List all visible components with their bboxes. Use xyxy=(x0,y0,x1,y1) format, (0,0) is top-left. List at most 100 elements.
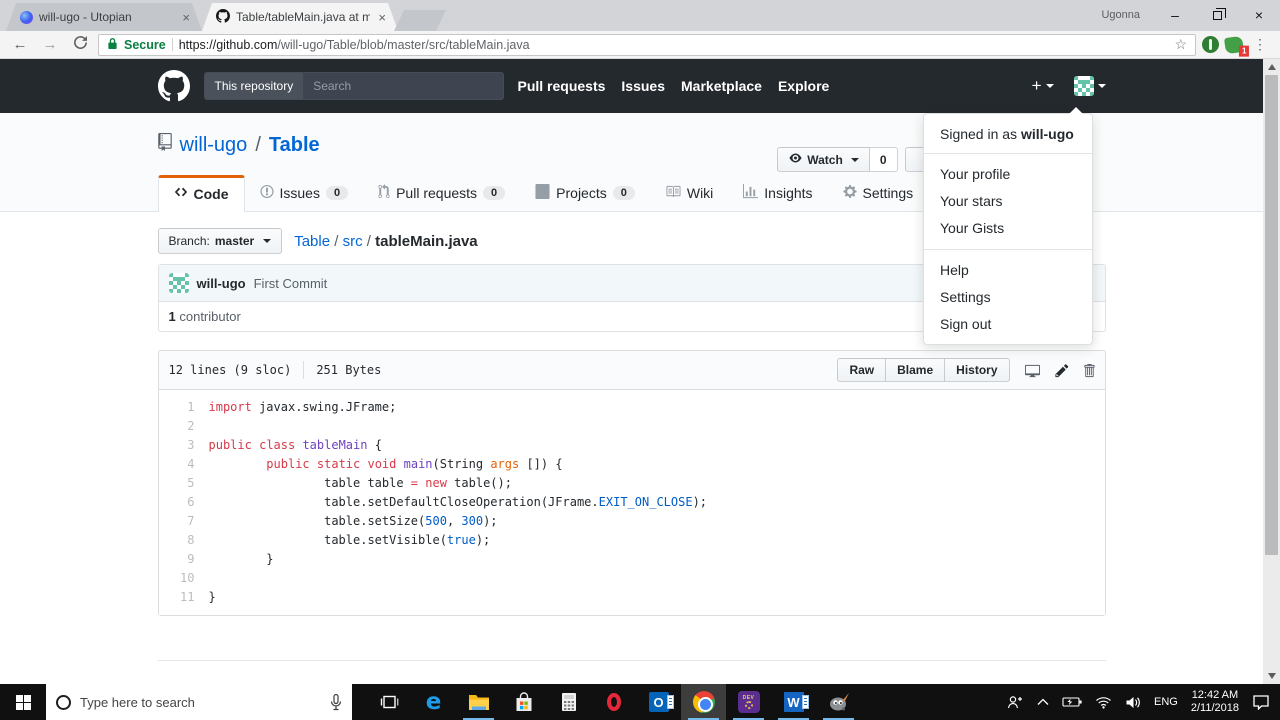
nav-pull-requests[interactable]: Pull requests xyxy=(518,78,606,94)
microphone-icon[interactable] xyxy=(330,693,342,712)
taskbar-opera-icon[interactable] xyxy=(591,684,636,720)
menu-item-help[interactable]: Help xyxy=(924,257,1092,284)
tab-insights[interactable]: Insights xyxy=(728,175,827,211)
language-indicator[interactable]: ENG xyxy=(1154,696,1178,708)
taskbar-outlook-icon[interactable]: O xyxy=(636,684,681,720)
browser-menu-icon[interactable]: ⋮ xyxy=(1249,36,1272,53)
create-new-button[interactable]: + xyxy=(1032,76,1054,96)
line-number[interactable]: 7 xyxy=(159,512,209,531)
taskbar-dev-cpp-icon[interactable]: DEV xyxy=(726,684,771,720)
scroll-down-icon[interactable] xyxy=(1267,673,1276,679)
watch-button[interactable]: Watch xyxy=(777,147,870,172)
github-search-input[interactable]: Search xyxy=(303,73,361,99)
refresh-button[interactable] xyxy=(68,36,92,53)
blame-button[interactable]: Blame xyxy=(885,358,946,382)
back-button[interactable]: ← xyxy=(8,36,32,53)
commit-message-link[interactable]: First Commit xyxy=(254,276,328,291)
tab-close-icon[interactable]: × xyxy=(376,10,388,25)
new-tab-button[interactable] xyxy=(394,10,446,31)
line-number[interactable]: 2 xyxy=(159,417,209,436)
browser-toolbar: ← → Secure https://github.com/will-ugo/T… xyxy=(0,31,1280,59)
github-logo-icon[interactable] xyxy=(157,70,190,102)
tab-close-icon[interactable]: × xyxy=(180,10,192,25)
restore-button[interactable] xyxy=(1196,0,1238,30)
browser-tab-github[interactable]: Table/tableMain.java at m × xyxy=(202,3,398,31)
people-icon[interactable] xyxy=(1006,694,1024,710)
taskbar-search-box[interactable]: Type here to search xyxy=(46,684,352,720)
menu-item-settings[interactable]: Settings xyxy=(924,284,1092,311)
search-scope-label: This repository xyxy=(204,73,304,99)
history-button[interactable]: History xyxy=(944,358,1010,382)
wifi-icon[interactable] xyxy=(1095,696,1112,709)
plus-icon: + xyxy=(1031,76,1042,95)
chevron-up-icon[interactable] xyxy=(1037,698,1049,706)
forward-button[interactable]: → xyxy=(38,36,62,53)
nav-issues[interactable]: Issues xyxy=(621,78,665,94)
repo-name-link[interactable]: Table xyxy=(269,134,320,157)
tab-label: Insights xyxy=(764,185,813,201)
tab-code[interactable]: Code xyxy=(157,175,245,212)
menu-item-sign-out[interactable]: Sign out xyxy=(924,311,1092,338)
github-search-box[interactable]: This repository Search xyxy=(203,72,504,100)
clock[interactable]: 12:42 AM 2/11/2018 xyxy=(1191,689,1239,715)
scroll-up-icon[interactable] xyxy=(1267,64,1276,70)
scrollbar-thumb[interactable] xyxy=(1265,75,1278,555)
nav-explore[interactable]: Explore xyxy=(778,78,829,94)
minimize-button[interactable]: – xyxy=(1154,0,1196,30)
line-number[interactable]: 1 xyxy=(159,398,209,417)
tab-settings[interactable]: Settings xyxy=(828,175,929,211)
watch-label: Watch xyxy=(807,152,843,167)
tab-pull-requests[interactable]: Pull requests 0 xyxy=(363,175,520,211)
speaker-icon[interactable] xyxy=(1125,696,1141,709)
breadcrumb-link-repo[interactable]: Table xyxy=(294,233,330,250)
taskbar-store-icon[interactable] xyxy=(501,684,546,720)
browser-tab-utopian[interactable]: will-ugo - Utopian × xyxy=(6,3,202,31)
open-in-desktop-icon[interactable] xyxy=(1024,363,1041,378)
tab-issues[interactable]: Issues 0 xyxy=(245,175,364,211)
tab-projects[interactable]: Projects 0 xyxy=(520,175,650,211)
address-bar[interactable]: Secure https://github.com/will-ugo/Table… xyxy=(98,33,1196,56)
taskbar-gimp-icon[interactable] xyxy=(816,684,861,720)
green-circle-extension-icon[interactable] xyxy=(1202,36,1219,53)
user-avatar-button[interactable] xyxy=(1073,76,1106,96)
delete-icon[interactable] xyxy=(1083,363,1095,378)
commit-author-avatar[interactable] xyxy=(168,273,189,293)
taskbar-chrome-icon[interactable] xyxy=(681,684,726,720)
taskbar-word-icon[interactable]: W xyxy=(771,684,816,720)
line-number[interactable]: 10 xyxy=(159,569,209,588)
menu-item-your-stars[interactable]: Your stars xyxy=(924,188,1092,215)
taskbar-calculator-icon[interactable] xyxy=(546,684,591,720)
browser-profile-button[interactable]: Ugonna xyxy=(1101,9,1140,21)
clock-time: 12:42 AM xyxy=(1191,689,1239,701)
page-scrollbar[interactable] xyxy=(1263,59,1280,684)
line-number[interactable]: 9 xyxy=(159,550,209,569)
breadcrumb-link-src[interactable]: src xyxy=(343,233,363,250)
menu-item-your-gists[interactable]: Your Gists xyxy=(924,215,1092,242)
code-text: import javax.swing.JFrame; xyxy=(208,400,397,414)
action-center-icon[interactable] xyxy=(1252,694,1270,710)
line-number[interactable]: 5 xyxy=(159,474,209,493)
battery-icon[interactable] xyxy=(1062,696,1082,708)
edit-icon[interactable] xyxy=(1054,363,1069,378)
commit-author-link[interactable]: will-ugo xyxy=(197,276,246,291)
line-number[interactable]: 11 xyxy=(159,588,209,607)
repo-owner-link[interactable]: will-ugo xyxy=(180,134,248,157)
close-button[interactable]: × xyxy=(1238,0,1280,30)
menu-item-your-profile[interactable]: Your profile xyxy=(924,161,1092,188)
line-number[interactable]: 3 xyxy=(159,436,209,455)
branch-selector-button[interactable]: Branch: master xyxy=(157,228,283,254)
line-number[interactable]: 6 xyxy=(159,493,209,512)
watch-count[interactable]: 0 xyxy=(869,147,898,172)
raw-button[interactable]: Raw xyxy=(837,358,887,382)
nav-marketplace[interactable]: Marketplace xyxy=(681,78,762,94)
taskbar-file-explorer-icon[interactable] xyxy=(456,684,501,720)
taskbar-edge-icon[interactable]: e xyxy=(411,684,456,720)
line-number[interactable]: 8 xyxy=(159,531,209,550)
bookmark-star-icon[interactable]: ☆ xyxy=(1174,36,1187,53)
branch-name: master xyxy=(214,234,255,248)
taskbar-task-view-icon[interactable] xyxy=(366,684,411,720)
tab-wiki[interactable]: Wiki xyxy=(650,175,728,211)
start-button[interactable] xyxy=(0,684,46,720)
extension-with-badge-icon[interactable]: 1 xyxy=(1223,35,1249,57)
line-number[interactable]: 4 xyxy=(159,455,209,474)
